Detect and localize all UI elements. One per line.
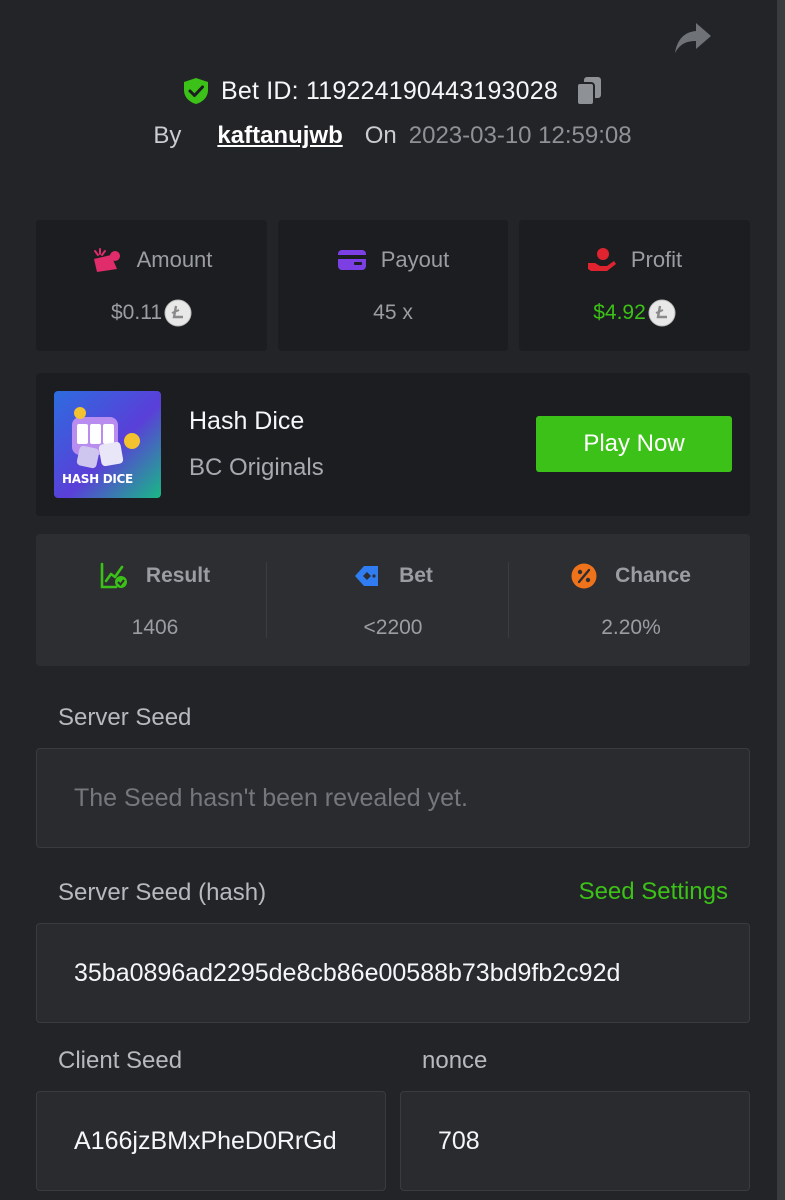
profit-label: Profit xyxy=(630,247,683,272)
payout-card: Payout 45 x xyxy=(278,220,508,351)
divider xyxy=(508,562,509,638)
nonce-field[interactable]: 708 xyxy=(400,1091,750,1191)
play-now-button[interactable]: Play Now xyxy=(536,416,732,472)
client-seed-value: A166jzBMxPheD0RrGd xyxy=(74,1126,337,1155)
game-thumbnail[interactable]: HASH DICE xyxy=(54,391,161,498)
by-label: By xyxy=(153,122,182,149)
chart-check-icon xyxy=(100,562,127,589)
server-seed-hash-label: Server Seed (hash) xyxy=(58,879,267,906)
game-card: HASH DICE Hash Dice BC Originals Play No… xyxy=(36,373,750,516)
bet-datetime: 2023-03-10 12:59:08 xyxy=(408,122,632,149)
server-seed-label: Server Seed xyxy=(58,704,192,731)
dice-stats: Result 1406 Bet <2200 Chance 2.20% xyxy=(36,534,750,666)
server-seed-hash-value: 35ba0896ad2295de8cb86e00588b73bd9fb2c92d xyxy=(74,958,621,987)
copy-icon xyxy=(575,77,601,106)
share-icon xyxy=(675,23,711,53)
result-stat: Result 1406 xyxy=(36,534,274,666)
profit-value: $4.92 xyxy=(593,301,646,324)
profit-card: Profit $4.92 xyxy=(519,220,750,351)
chance-stat: Chance 2.20% xyxy=(512,534,750,666)
client-seed-label: Client Seed xyxy=(58,1047,183,1074)
server-seed-value: The Seed hasn't been revealed yet. xyxy=(74,783,468,812)
share-button[interactable] xyxy=(672,20,714,56)
game-provider: BC Originals xyxy=(189,454,324,481)
amount-icon xyxy=(93,248,120,272)
on-label: On xyxy=(364,122,397,149)
amount-value: $0.11 xyxy=(111,301,162,324)
litecoin-icon xyxy=(648,299,676,327)
seed-settings-link[interactable]: Seed Settings xyxy=(579,878,728,906)
client-seed-field[interactable]: A166jzBMxPheD0RrGd xyxy=(36,1091,386,1191)
server-seed-field[interactable]: The Seed hasn't been revealed yet. xyxy=(36,748,750,848)
result-label: Result xyxy=(145,564,211,587)
chance-label: Chance xyxy=(615,564,691,587)
bet-id: Bet ID: 119224190443193028 xyxy=(221,76,558,105)
shield-check-icon xyxy=(184,78,208,104)
hand-profit-icon xyxy=(587,248,616,271)
amount-card: Amount $0.11 xyxy=(36,220,267,351)
divider xyxy=(266,562,267,638)
wallet-icon xyxy=(337,250,366,270)
litecoin-icon xyxy=(164,299,192,327)
chance-value: 2.20% xyxy=(601,616,661,639)
copy-button[interactable] xyxy=(575,76,602,106)
result-value: 1406 xyxy=(131,616,179,639)
payout-label: Payout xyxy=(380,247,450,272)
payout-value: 45 x xyxy=(373,301,413,324)
username-link[interactable]: kaftanujwb xyxy=(217,122,342,150)
bet-meta: By kaftanujwb On 2023-03-10 12:59:08 xyxy=(0,118,785,154)
percent-icon xyxy=(571,563,597,589)
game-thumb-text: HASH DICE xyxy=(62,472,133,486)
nonce-value: 708 xyxy=(438,1126,480,1155)
game-name: Hash Dice xyxy=(189,407,305,435)
server-seed-hash-field[interactable]: 35ba0896ad2295de8cb86e00588b73bd9fb2c92d xyxy=(36,923,750,1023)
ticket-icon xyxy=(355,566,379,586)
bet-stat: Bet <2200 xyxy=(274,534,512,666)
bet-id-row: Bet ID: 119224190443193028 xyxy=(0,72,785,110)
bet-value: <2200 xyxy=(363,616,423,639)
bet-label: Bet xyxy=(399,564,433,587)
amount-label: Amount xyxy=(136,247,213,272)
nonce-label: nonce xyxy=(422,1047,488,1074)
scrollbar[interactable] xyxy=(777,0,785,1200)
